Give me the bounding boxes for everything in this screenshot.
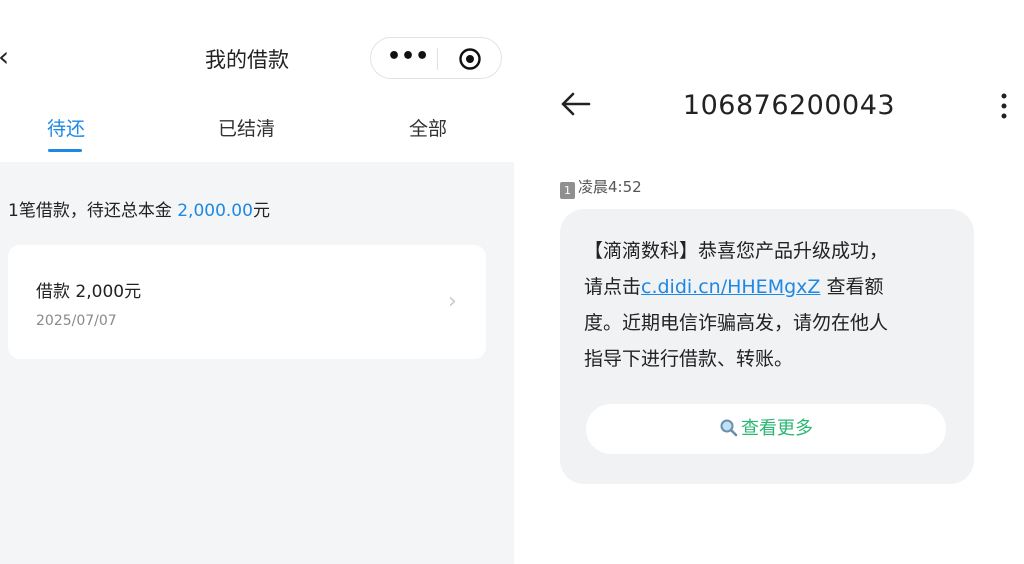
kebab-menu-icon[interactable] bbox=[998, 92, 1010, 120]
view-more-button[interactable]: 查看更多 bbox=[586, 404, 946, 454]
more-dots-icon[interactable]: ••• bbox=[387, 44, 429, 72]
message-timestamp: 1 凌晨4:52 bbox=[560, 176, 642, 199]
view-more-label: 查看更多 bbox=[741, 418, 813, 439]
back-arrow-icon[interactable] bbox=[558, 86, 594, 122]
message-bubble: 【滴滴数科】恭喜您产品升级成功， 请点击c.didi.cn/HHEMgxZ 查看… bbox=[560, 209, 974, 484]
loan-header: ‹ 我的借款 ••• 待还 已结清 全部 bbox=[0, 0, 514, 162]
message-line-2-suffix: 查看额 bbox=[820, 276, 884, 298]
message-time: 凌晨4:52 bbox=[578, 178, 642, 196]
tab-pending[interactable]: 待还 bbox=[47, 114, 85, 141]
summary-prefix: 1笔借款，待还总本金 bbox=[8, 201, 178, 221]
message-line-1: 【滴滴数科】恭喜您产品升级成功， bbox=[584, 240, 889, 262]
message-link[interactable]: c.didi.cn/HHEMgxZ bbox=[641, 276, 820, 298]
target-icon[interactable] bbox=[458, 47, 482, 71]
loan-app-screen: ‹ 我的借款 ••• 待还 已结清 全部 1笔借款，待还总本金 2,000.00… bbox=[0, 0, 514, 564]
sender-number: 106876200043 bbox=[682, 90, 896, 121]
tab-settled[interactable]: 已结清 bbox=[218, 114, 275, 141]
miniapp-capsule: ••• bbox=[370, 37, 502, 79]
chevron-right-icon: › bbox=[448, 289, 457, 314]
summary-suffix: 元 bbox=[252, 201, 270, 221]
message-line-4: 指导下进行借款、转账。 bbox=[584, 348, 794, 370]
loan-date: 2025/07/07 bbox=[36, 313, 117, 329]
capsule-divider bbox=[437, 48, 438, 70]
active-tab-indicator bbox=[48, 149, 82, 152]
search-icon bbox=[720, 419, 738, 437]
message-line-2: 请点击c.didi.cn/HHEMgxZ 查看额 bbox=[584, 269, 954, 305]
message-body: 【滴滴数科】恭喜您产品升级成功， 请点击c.didi.cn/HHEMgxZ 查看… bbox=[584, 233, 954, 377]
message-line-3: 度。近期电信诈骗高发，请勿在他人 bbox=[584, 312, 889, 334]
loan-title: 借款 2,000元 bbox=[36, 282, 142, 302]
tab-all[interactable]: 全部 bbox=[409, 114, 447, 141]
loan-card[interactable]: 借款 2,000元 2025/07/07 › bbox=[8, 245, 486, 359]
message-line-2-prefix: 请点击 bbox=[584, 276, 642, 298]
sim-card-icon: 1 bbox=[560, 182, 575, 199]
loan-summary: 1笔借款，待还总本金 2,000.00元 bbox=[8, 196, 270, 221]
sms-screen: 106876200043 1 凌晨4:52 【滴滴数科】恭喜您产品升级成功， 请点… bbox=[514, 0, 1024, 564]
summary-amount: 2,000.00 bbox=[177, 201, 253, 221]
